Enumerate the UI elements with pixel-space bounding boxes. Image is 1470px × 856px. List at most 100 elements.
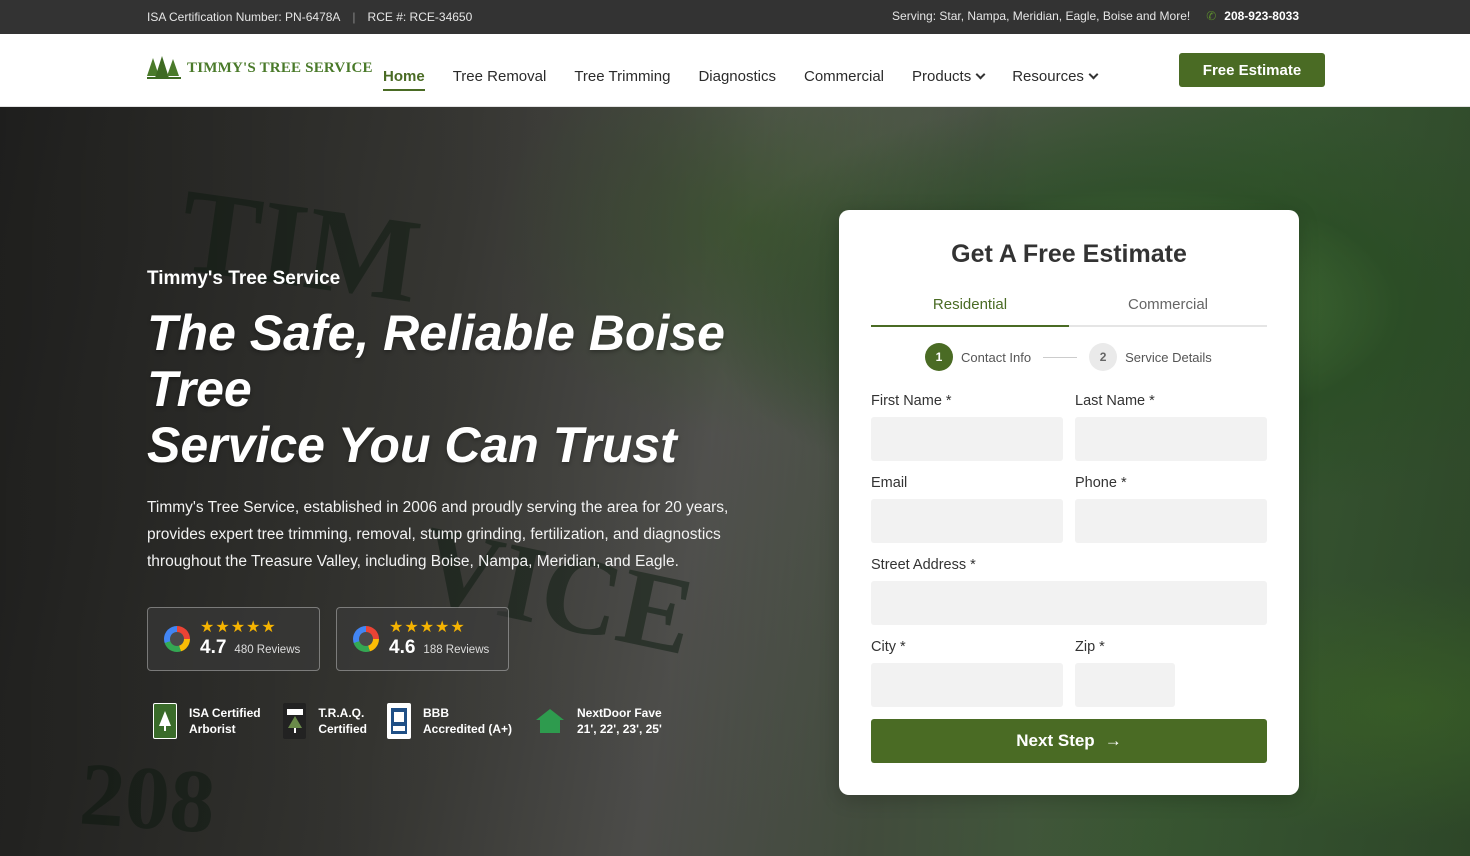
street-address-field[interactable] [871, 581, 1267, 625]
review-info: ★★★★★ 4.6 188 Reviews [389, 619, 489, 659]
google-logo-icon [353, 626, 379, 652]
nav-tree-removal[interactable]: Tree Removal [453, 61, 547, 91]
step-label: Service Details [1125, 349, 1212, 365]
rating-line: 4.7 480 Reviews [200, 637, 300, 659]
next-step-button[interactable]: Next Step → [871, 719, 1267, 763]
serving-areas: Serving: Star, Nampa, Meridian, Eagle, B… [892, 9, 1191, 23]
email-field[interactable] [871, 499, 1063, 543]
last-name-label: Last Name * [1075, 393, 1155, 409]
bbb-badge-icon [387, 703, 411, 739]
tab-commercial[interactable]: Commercial [1069, 296, 1267, 325]
step-connector [1043, 356, 1078, 358]
free-estimate-button[interactable]: Free Estimate [1179, 53, 1325, 87]
nav-label: Diagnostics [698, 67, 776, 85]
form-steps: 1 Contact Info 2 Service Details [925, 343, 1212, 371]
badge-line2: Certified [318, 722, 367, 736]
top-info-bar: ISA Certification Number: PN-6478A | RCE… [0, 0, 1470, 34]
certification-badges: ISA Certified Arborist T.R.A.Q. Certifie… [153, 703, 662, 739]
form-tabs: Residential Commercial [871, 296, 1267, 327]
last-name-field[interactable] [1075, 417, 1267, 461]
review-info: ★★★★★ 4.7 480 Reviews [200, 619, 300, 659]
star-rating-icon: ★★★★★ [389, 619, 466, 636]
hero-subtitle: Timmy's Tree Service [147, 268, 341, 289]
hero-title-line: Tree [147, 361, 252, 417]
badge-bbb: BBB Accredited (A+) [387, 703, 515, 739]
arrow-right-icon: → [1104, 731, 1122, 750]
google-logo-icon [164, 626, 190, 652]
badge-isa: ISA Certified Arborist [153, 703, 263, 739]
hero-title-line: The Safe, Reliable Boise [147, 305, 725, 361]
city-label: City * [871, 639, 906, 655]
city-field[interactable] [871, 663, 1063, 707]
phone-link[interactable]: ✆ 208-923-8033 [1206, 9, 1299, 23]
review-count: 480 Reviews [234, 644, 301, 656]
isa-certification: ISA Certification Number: PN-6478A [147, 10, 341, 24]
review-card[interactable]: ★★★★★ 4.7 480 Reviews [147, 607, 320, 671]
badge-line1: BBB [423, 706, 449, 720]
review-card[interactable]: ★★★★★ 4.6 188 Reviews [336, 607, 509, 671]
nav-products[interactable]: Products [912, 61, 986, 91]
step-number: 1 [925, 343, 953, 371]
phone-field[interactable] [1075, 499, 1267, 543]
nav-label: Commercial [804, 67, 885, 85]
chevron-down-icon [1088, 69, 1099, 79]
next-step-label: Next Step [1016, 731, 1095, 750]
traq-badge-icon [283, 703, 307, 739]
tab-residential[interactable]: Residential [871, 296, 1069, 327]
step-number: 2 [1089, 343, 1118, 371]
site-header: TIMMY'S TREE SERVICE Home Tree Removal T… [0, 34, 1470, 107]
nav-label: Tree Trimming [574, 67, 671, 85]
review-count: 188 Reviews [423, 644, 490, 656]
contact-info: Serving: Star, Nampa, Meridian, Eagle, B… [892, 9, 1299, 23]
nav-label: Tree Removal [452, 67, 547, 85]
nav-tree-trimming[interactable]: Tree Trimming [574, 61, 670, 91]
street-address-label: Street Address * [871, 557, 976, 573]
rating-value: 4.7 [200, 637, 227, 658]
nav-label: Resources [1012, 67, 1084, 85]
badge-traq: T.R.A.Q. Certified [283, 703, 367, 739]
badge-line1: ISA Certified [189, 706, 261, 720]
star-rating-icon: ★★★★★ [200, 619, 277, 636]
nav-commercial[interactable]: Commercial [804, 61, 884, 91]
rating-value: 4.6 [389, 637, 416, 658]
rating-line: 4.6 188 Reviews [389, 637, 489, 659]
badge-text: BBB Accredited (A+) [423, 705, 512, 737]
hero-title: The Safe, Reliable Boise Tree Service Yo… [147, 305, 787, 473]
badge-line1: T.R.A.Q. [318, 706, 365, 720]
certifications: ISA Certification Number: PN-6478A | RCE… [147, 10, 472, 24]
badge-line2: Accredited (A+) [423, 722, 513, 736]
chevron-down-icon [975, 69, 986, 79]
first-name-label: First Name * [871, 393, 952, 409]
phone-number: 208-923-8033 [1224, 9, 1299, 23]
nav-resources[interactable]: Resources [1012, 61, 1099, 91]
nav-diagnostics[interactable]: Diagnostics [698, 61, 776, 91]
site-logo[interactable]: TIMMY'S TREE SERVICE [147, 56, 373, 80]
badge-text: T.R.A.Q. Certified [318, 705, 367, 737]
badge-text: ISA Certified Arborist [189, 705, 261, 737]
google-reviews: ★★★★★ 4.7 480 Reviews ★★★★★ 4.6 188 Revi… [147, 607, 509, 671]
step-label: Contact Info [961, 349, 1032, 365]
nav-label: Home [383, 67, 425, 85]
hero-title-line: Service You Can Trust [147, 417, 677, 473]
zip-field[interactable] [1075, 663, 1175, 707]
phone-icon: ✆ [1206, 9, 1217, 23]
nextdoor-house-icon [535, 703, 565, 739]
badge-nextdoor: NextDoor Fave 21', 22', 23', 25' [535, 703, 662, 739]
hero-description: Timmy's Tree Service, established in 200… [147, 499, 729, 570]
phone-label: Phone * [1075, 475, 1127, 491]
estimate-form: Get A Free Estimate Residential Commerci… [839, 210, 1299, 795]
badge-line2: 21', 22', 23', 25' [577, 722, 662, 736]
isa-badge-icon [153, 703, 177, 739]
badge-line2: Arborist [189, 722, 236, 736]
separator: | [352, 10, 356, 24]
nav-label: Products [912, 67, 972, 85]
tree-logo-icon [147, 56, 181, 80]
email-label: Email [871, 475, 908, 491]
nav-home[interactable]: Home [383, 61, 425, 91]
rce-number: RCE #: RCE-34650 [367, 10, 473, 24]
logo-text: TIMMY'S TREE SERVICE [187, 59, 373, 76]
main-nav: Home Tree Removal Tree Trimming Diagnost… [383, 61, 1099, 91]
form-title: Get A Free Estimate [951, 240, 1187, 268]
first-name-field[interactable] [871, 417, 1063, 461]
badge-line1: NextDoor Fave [577, 706, 662, 720]
